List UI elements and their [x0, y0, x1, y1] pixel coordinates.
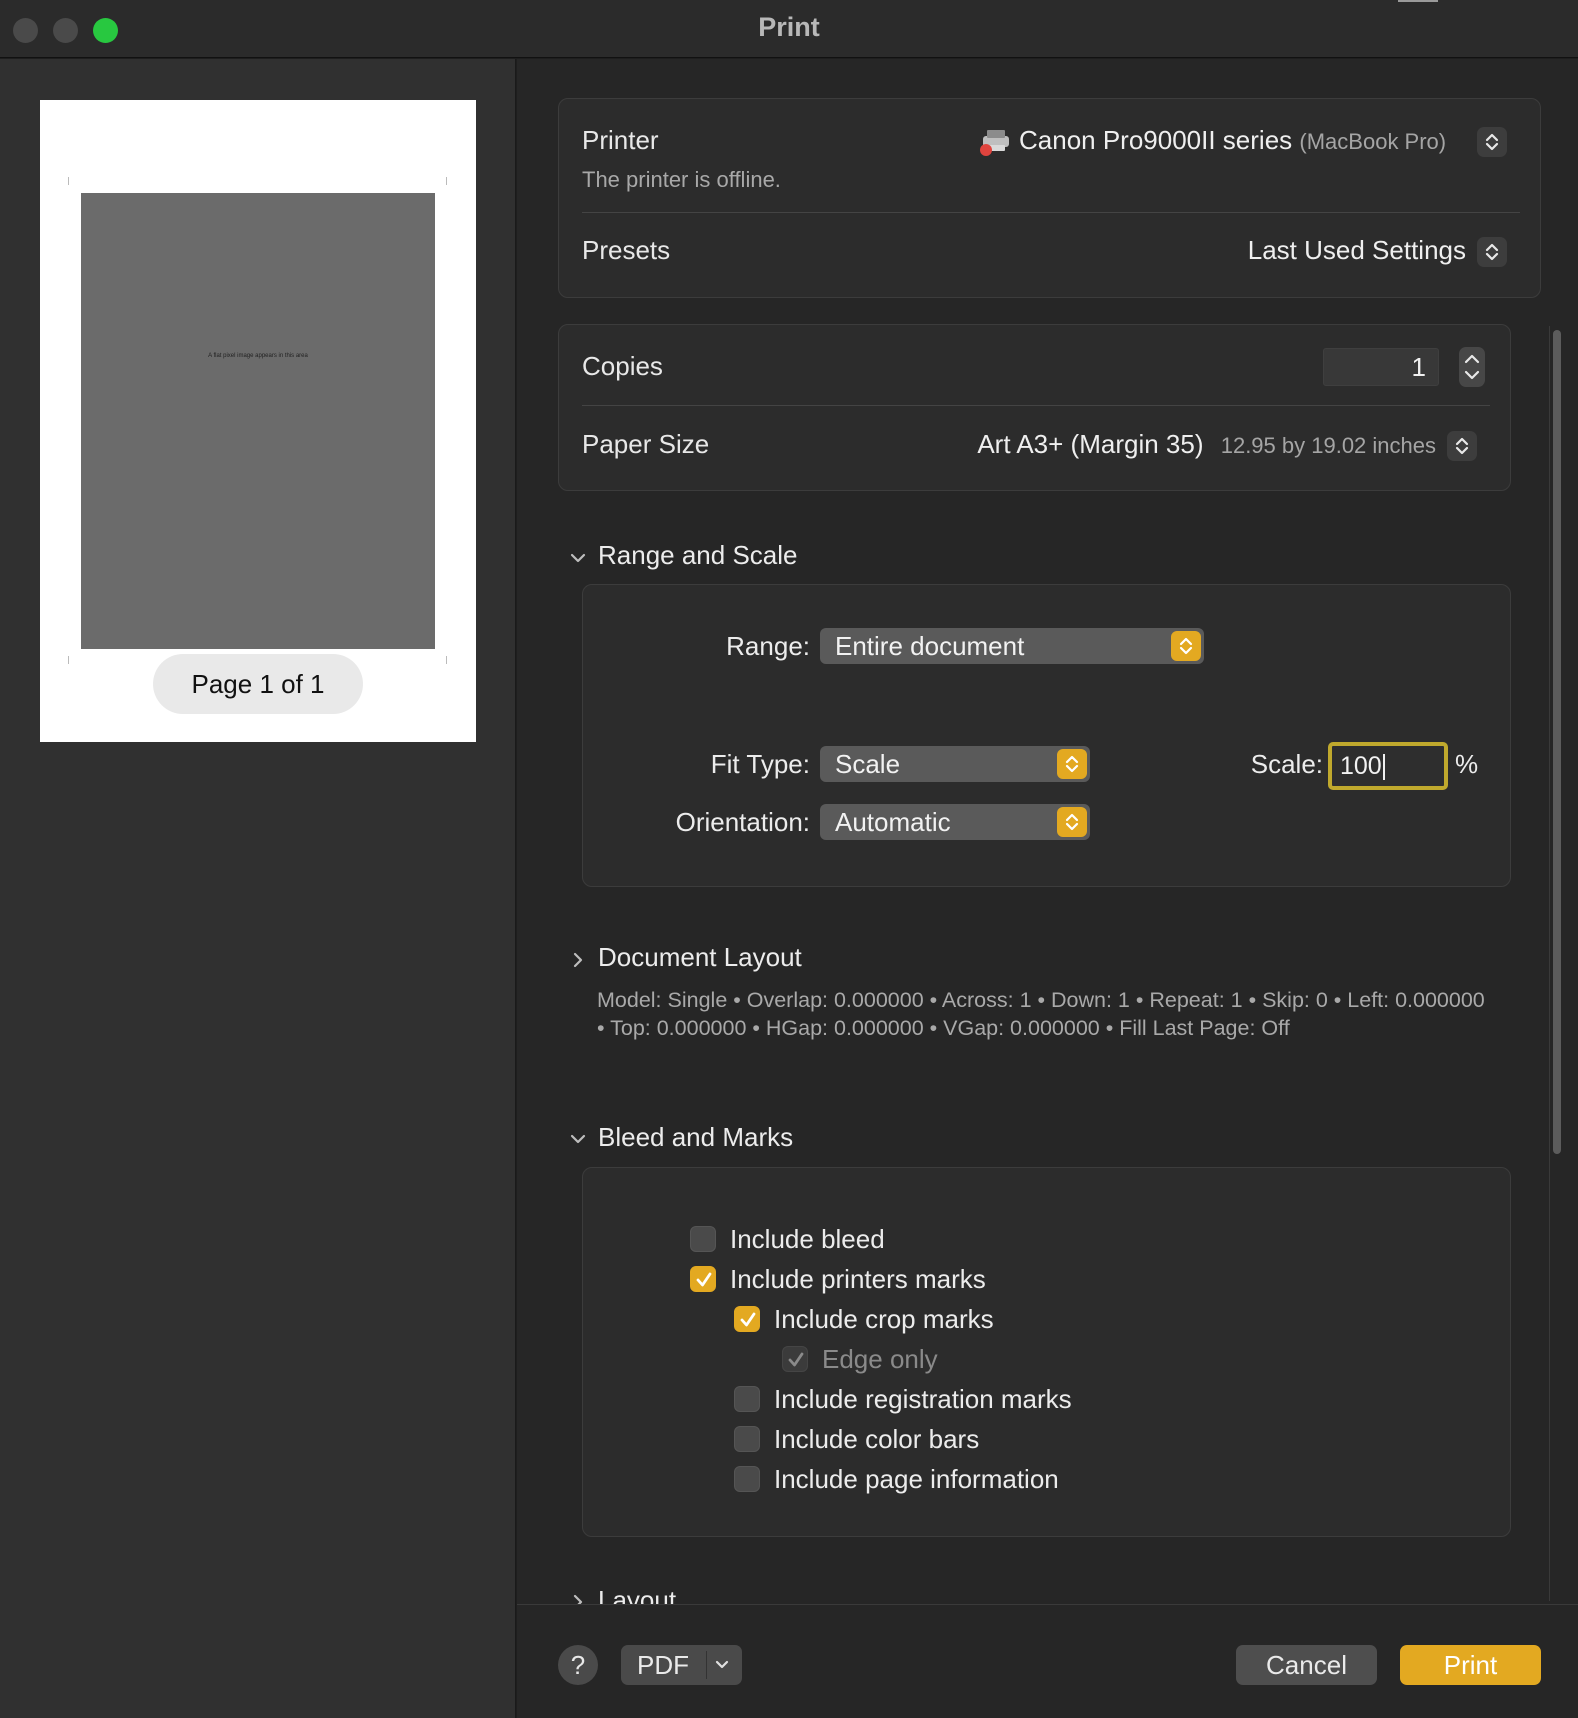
presets-select[interactable]: Last Used Settings: [1248, 235, 1466, 266]
help-button[interactable]: ?: [558, 1645, 598, 1685]
printer-status: The printer is offline.: [582, 167, 781, 192]
range-and-scale-box: Range: Entire document Fit Type: Scale O…: [582, 584, 1511, 887]
crop-mark: [446, 656, 447, 664]
print-button[interactable]: Print: [1400, 1645, 1541, 1685]
scrollbar-thumb[interactable]: [1553, 330, 1561, 1154]
chevron-down-icon[interactable]: [569, 549, 587, 567]
paper-size-value: Art A3+ (Margin 35): [977, 429, 1204, 459]
fit-type-value: Scale: [835, 749, 901, 779]
include-printers-marks-checkbox[interactable]: [690, 1266, 716, 1292]
document-layout-header[interactable]: Document Layout: [598, 942, 802, 973]
footer-bar: ? PDF Cancel Print: [517, 1604, 1578, 1718]
range-label: Range:: [726, 631, 810, 661]
include-printers-marks-label: Include printers marks: [730, 1264, 986, 1294]
include-bleed-label: Include bleed: [730, 1224, 885, 1254]
popup-arrows-icon: [1057, 807, 1087, 837]
copies-box: Copies 1 Paper Size Art A3+ (Margin 35) …: [558, 324, 1511, 491]
text-cursor: [1382, 754, 1385, 781]
orientation-label: Orientation:: [675, 807, 810, 837]
divider: [582, 212, 1520, 213]
chevron-down-icon[interactable]: [569, 1130, 587, 1148]
image-placeholder: A flat pixel image appears in this area: [81, 193, 435, 649]
orientation-select[interactable]: Automatic: [820, 804, 1090, 840]
pdf-label: PDF: [637, 1650, 689, 1680]
preview-pane: A flat pixel image appears in this area …: [0, 59, 516, 1718]
layout-header[interactable]: Layout: [598, 1585, 676, 1604]
window-title: Print: [758, 12, 820, 42]
include-color-bars-label: Include color bars: [774, 1424, 980, 1454]
edge-only-checkbox[interactable]: [782, 1346, 808, 1372]
paper-size-select[interactable]: Art A3+ (Margin 35) 12.95 by 19.02 inche…: [977, 429, 1436, 460]
chevron-right-icon[interactable]: [569, 951, 587, 969]
bleed-and-marks-header[interactable]: Bleed and Marks: [598, 1122, 793, 1153]
include-registration-marks-checkbox[interactable]: [734, 1386, 760, 1412]
crop-mark: [68, 656, 69, 664]
include-page-information-label: Include page information: [774, 1464, 1059, 1494]
divider: [706, 1651, 707, 1679]
include-page-information-checkbox[interactable]: [734, 1466, 760, 1492]
include-registration-marks-label: Include registration marks: [774, 1384, 1072, 1414]
chevron-right-icon[interactable]: [569, 1593, 587, 1604]
printer-select[interactable]: Canon Pro9000II series (MacBook Pro): [1019, 125, 1446, 156]
copies-label: Copies: [582, 351, 663, 381]
scale-label: Scale:: [1250, 749, 1323, 779]
titlebar-edge: [1398, 0, 1438, 2]
page-indicator: Page 1 of 1: [153, 654, 363, 714]
document-layout-summary: Model: Single • Overlap: 0.000000 • Acro…: [597, 988, 1485, 1040]
paper-size-label: Paper Size: [582, 429, 710, 459]
edge-only-label: Edge only: [822, 1344, 938, 1374]
range-value: Entire document: [835, 631, 1025, 661]
popup-arrows-icon: [1171, 631, 1201, 661]
include-crop-marks-checkbox[interactable]: [734, 1306, 760, 1332]
crop-mark: [446, 177, 447, 185]
scrollbar[interactable]: [1549, 326, 1563, 1601]
paper-size-popup-arrows[interactable]: [1447, 431, 1477, 461]
printer-name: Canon Pro9000II series: [1019, 125, 1293, 155]
fit-type-label: Fit Type:: [710, 749, 810, 779]
scale-input[interactable]: 100: [1328, 742, 1448, 790]
printer-host: (MacBook Pro): [1299, 129, 1447, 154]
copies-input[interactable]: 1: [1323, 348, 1439, 386]
scale-value: 100: [1340, 752, 1382, 780]
paper-size-dimensions: 12.95 by 19.02 inches: [1220, 433, 1436, 458]
include-crop-marks-label: Include crop marks: [774, 1304, 994, 1334]
crop-mark: [68, 177, 69, 185]
printer-label: Printer: [582, 125, 659, 155]
printer-box: Printer The printer is offline. Canon Pr…: [558, 98, 1541, 298]
printer-popup-arrows[interactable]: [1477, 127, 1507, 157]
include-bleed-checkbox[interactable]: [690, 1226, 716, 1252]
include-color-bars-checkbox[interactable]: [734, 1426, 760, 1452]
cancel-button[interactable]: Cancel: [1236, 1645, 1377, 1685]
range-select[interactable]: Entire document: [820, 628, 1204, 664]
popup-arrows-icon: [1057, 749, 1087, 779]
settings-pane: Printer The printer is offline. Canon Pr…: [517, 59, 1578, 1604]
title-bar: Print: [0, 0, 1578, 58]
pdf-menu-button[interactable]: PDF: [621, 1645, 742, 1685]
presets-popup-arrows[interactable]: [1477, 237, 1507, 267]
divider: [582, 405, 1490, 406]
printer-icon: [977, 127, 1015, 157]
image-caption: A flat pixel image appears in this area: [208, 353, 308, 359]
fit-type-select[interactable]: Scale: [820, 746, 1090, 782]
presets-label: Presets: [582, 235, 671, 265]
bleed-and-marks-box: Include bleed Include printers marks Inc…: [582, 1167, 1511, 1537]
chevron-down-icon: [714, 1658, 730, 1677]
scale-unit: %: [1455, 749, 1479, 779]
orientation-value: Automatic: [835, 807, 951, 837]
paper-preview: A flat pixel image appears in this area …: [40, 100, 476, 742]
range-and-scale-header[interactable]: Range and Scale: [598, 540, 797, 571]
copies-stepper[interactable]: [1459, 347, 1485, 387]
